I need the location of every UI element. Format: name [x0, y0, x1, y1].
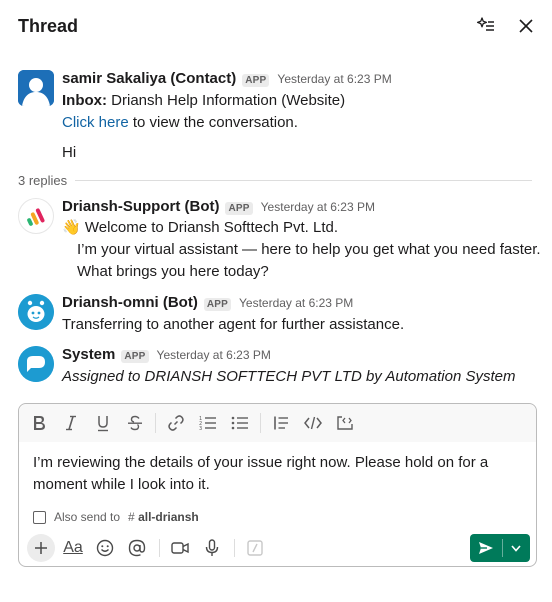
plus-icon[interactable]: [27, 534, 55, 562]
avatar[interactable]: [18, 346, 54, 382]
link-line: Click here to view the conversation.: [62, 114, 298, 131]
formatting-toggle[interactable]: Aa: [59, 534, 87, 562]
actions-divider: [234, 539, 235, 557]
also-send-option: Also send to # all-driansh: [33, 510, 199, 524]
link-suffix: to view the conversation.: [128, 114, 298, 131]
replies-count: 3 replies: [18, 172, 68, 188]
message-input[interactable]: I’m reviewing the details of your issue …: [33, 452, 523, 496]
timestamp[interactable]: Yesterday at 6:23 PM: [277, 72, 391, 86]
video-clip-icon[interactable]: [166, 534, 194, 562]
app-badge: APP: [121, 350, 149, 363]
link-icon[interactable]: [164, 411, 188, 435]
message-line: 👋 Welcome to Driansh Softtech Pvt. Ltd.: [62, 219, 339, 236]
send-button-group: [470, 534, 530, 562]
timestamp[interactable]: Yesterday at 6:23 PM: [157, 348, 271, 362]
microphone-icon[interactable]: [198, 534, 226, 562]
also-send-label: Also send to: [54, 510, 121, 524]
actions-divider: [159, 539, 160, 557]
app-badge: APP: [242, 74, 270, 87]
underline-icon[interactable]: [91, 411, 115, 435]
timestamp[interactable]: Yesterday at 6:23 PM: [261, 200, 375, 214]
sender-name[interactable]: Driansh-Support (Bot): [62, 198, 219, 215]
formatting-toolbar: 123: [19, 404, 536, 442]
also-send-checkbox[interactable]: [33, 510, 46, 524]
code-block-icon[interactable]: [333, 411, 357, 435]
thread-header: Thread: [0, 0, 552, 52]
channel-hash: #: [128, 510, 135, 524]
message-body: Assigned to DRIANSH SOFTTECH PVT LTD by …: [62, 368, 516, 385]
sender-name[interactable]: samir Sakaliya (Contact): [62, 70, 236, 87]
bold-icon[interactable]: [27, 411, 51, 435]
toolbar-divider: [260, 413, 261, 433]
sender-name[interactable]: Driansh-omni (Bot): [62, 294, 198, 311]
channel-name: all-driansh: [138, 510, 199, 524]
chevron-down-icon[interactable]: [503, 534, 529, 562]
header-actions: [474, 14, 538, 38]
format-label: Aa: [63, 539, 83, 556]
divider-line: [75, 179, 532, 181]
replies-divider: 3 replies: [18, 172, 532, 188]
channel-reference: # all-driansh: [128, 510, 199, 524]
sender-name[interactable]: System: [62, 346, 115, 363]
bulleted-list-icon[interactable]: [228, 411, 252, 435]
avatar[interactable]: [18, 70, 54, 106]
app-badge: APP: [225, 202, 253, 215]
code-icon[interactable]: [301, 411, 325, 435]
inbox-value: Driansh Help Information (Website): [107, 92, 346, 109]
italic-icon[interactable]: [59, 411, 83, 435]
toolbar-divider: [155, 413, 156, 433]
app-badge: APP: [203, 298, 231, 311]
inbox-line: Inbox: Driansh Help Information (Website…: [62, 92, 345, 109]
message-body: Hi: [62, 144, 77, 161]
message-line: What brings you here today?: [77, 263, 269, 280]
mention-icon[interactable]: [123, 534, 151, 562]
blockquote-icon[interactable]: [269, 411, 293, 435]
message-body: Transferring to another agent for furthe…: [62, 316, 405, 333]
thread-title: Thread: [18, 15, 79, 36]
close-icon[interactable]: [514, 14, 538, 38]
ordered-list-icon[interactable]: 123: [196, 411, 220, 435]
avatar[interactable]: [18, 294, 54, 330]
message-line: I’m your virtual assistant — here to hel…: [77, 241, 541, 258]
slash-shortcuts-icon[interactable]: [241, 534, 269, 562]
message-composer[interactable]: 123 I’m reviewing the details of your is…: [18, 403, 537, 567]
emoji-icon[interactable]: [91, 534, 119, 562]
composer-actions: Aa: [27, 534, 530, 562]
svg-text:3: 3: [199, 426, 202, 431]
inbox-label: Inbox:: [62, 92, 107, 109]
timestamp[interactable]: Yesterday at 6:23 PM: [239, 296, 353, 310]
strikethrough-icon[interactable]: [123, 411, 147, 435]
avatar[interactable]: [18, 198, 54, 234]
send-button[interactable]: [470, 534, 502, 562]
ai-summary-icon[interactable]: [474, 14, 498, 38]
click-here-link[interactable]: Click here: [62, 114, 129, 131]
